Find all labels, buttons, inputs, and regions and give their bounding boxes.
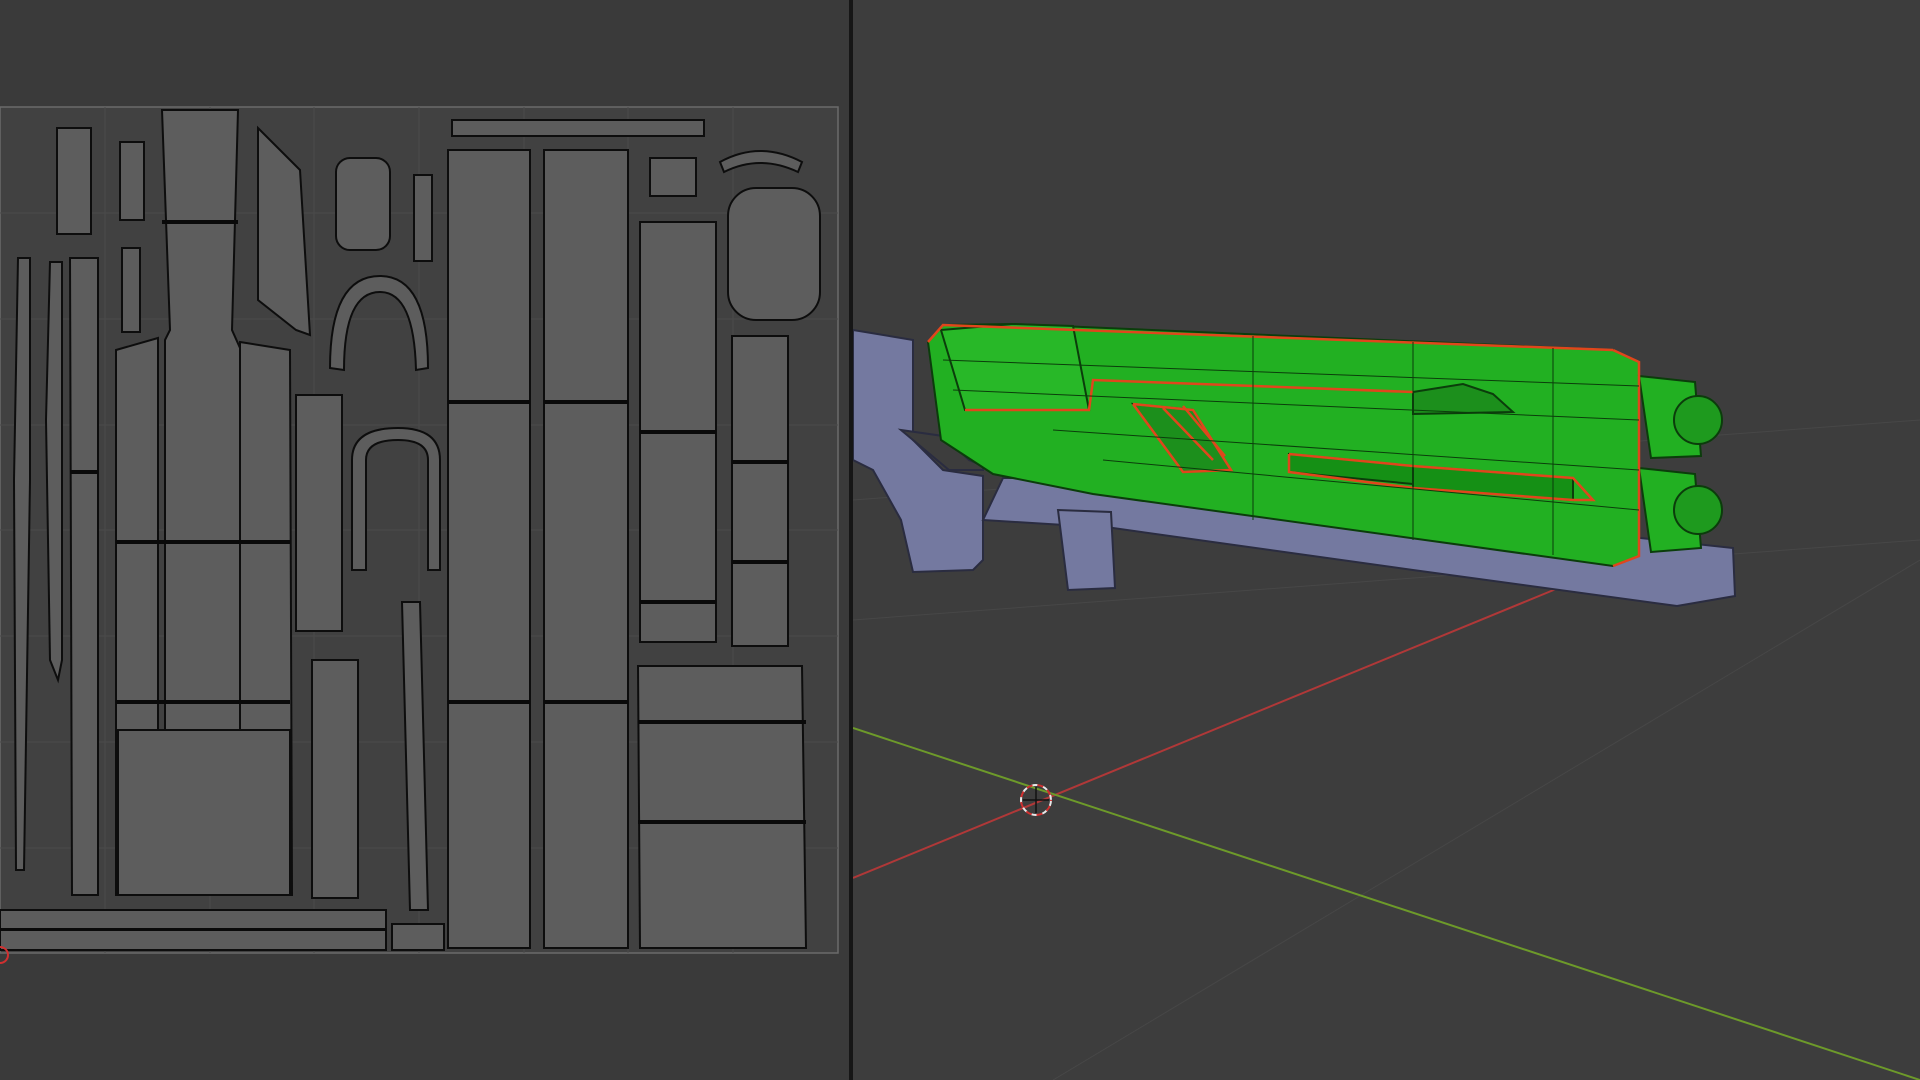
3d-cursor-icon (1020, 784, 1052, 816)
blender-workspace (0, 0, 1920, 1080)
uv-island (413, 174, 433, 262)
uv-canvas[interactable] (0, 0, 849, 1080)
uv-island (636, 665, 808, 949)
y-axis-line (853, 727, 1920, 1080)
uv-island (447, 149, 531, 949)
uv-island (117, 729, 291, 896)
uv-island (160, 109, 241, 761)
uv-island (731, 335, 789, 647)
uv-island (295, 394, 343, 632)
magazine-mesh (1056, 508, 1117, 592)
uv-island (649, 157, 697, 197)
viewport-canvas[interactable] (853, 0, 1920, 1080)
uv-island (543, 149, 629, 949)
uv-island (311, 659, 359, 899)
x-axis-line (853, 581, 1574, 879)
uv-island (121, 247, 141, 333)
uv-island (451, 119, 705, 137)
uv-island (335, 157, 391, 251)
uv-editor-panel[interactable] (0, 0, 849, 1080)
uv-island (68, 257, 99, 896)
uv-island (391, 923, 445, 951)
uv-island (56, 127, 92, 235)
uv-island (44, 261, 63, 684)
3d-viewport-panel[interactable] (853, 0, 1920, 1080)
uv-island (727, 187, 821, 321)
uv-island (119, 141, 145, 221)
